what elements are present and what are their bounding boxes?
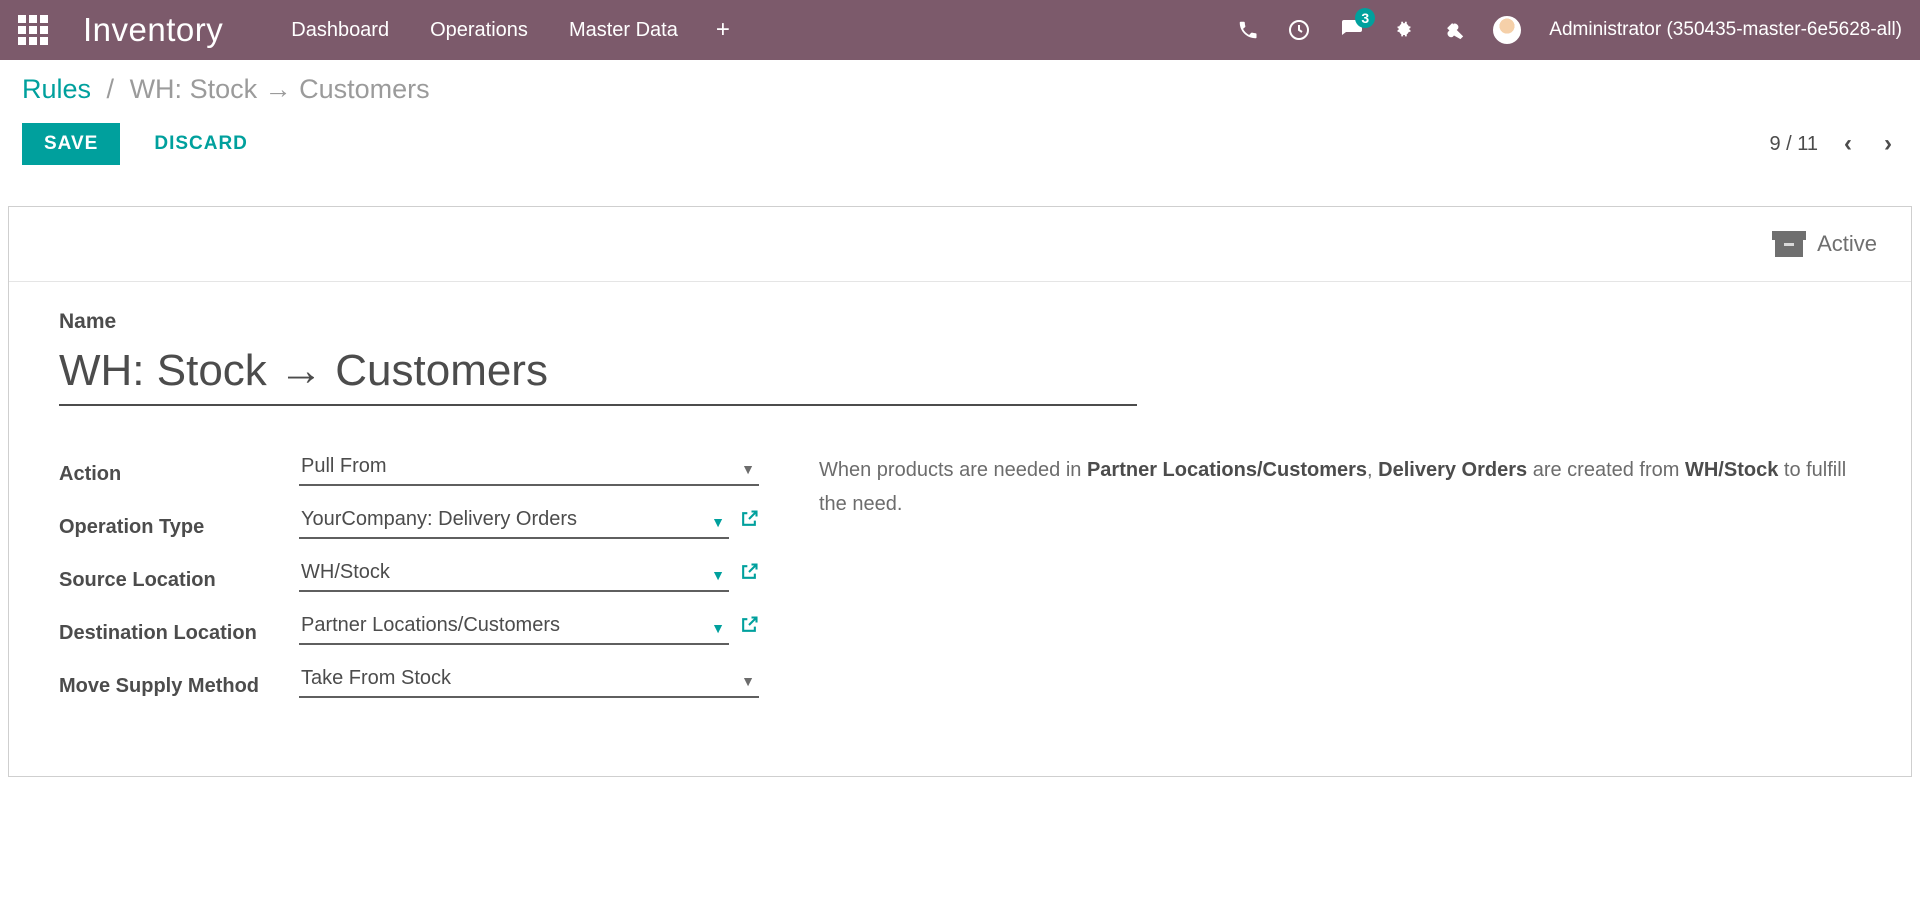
move-supply-method-select[interactable]: Take From Stock ▼ [299,663,759,698]
nav-operations[interactable]: Operations [412,11,546,50]
pager-prev-icon[interactable]: ‹ [1838,130,1858,158]
form-scroll[interactable]: Active Name Action Pull From ▼ Operation [0,184,1920,908]
pager-next-icon[interactable]: › [1878,130,1898,158]
active-label: Active [1817,231,1877,257]
operation-type-value: YourCompany: Delivery Orders [301,508,577,530]
save-button[interactable]: SAVE [22,123,120,165]
phone-icon[interactable] [1237,19,1259,41]
archive-icon [1775,231,1803,257]
move-supply-method-value: Take From Stock [301,667,451,689]
action-value: Pull From [301,455,387,477]
user-menu[interactable]: Administrator (350435-master-6e5628-all) [1549,19,1902,41]
top-nav: Inventory Dashboard Operations Master Da… [0,0,1920,60]
desc-b1: Partner Locations/Customers [1087,459,1367,481]
control-panel: Rules / WH: Stock → Customers SAVE DISCA… [0,60,1920,184]
form-sheet: Active Name Action Pull From ▼ Operation [8,206,1912,777]
action-row: SAVE DISCARD 9 / 11 ‹ › [22,123,1898,165]
caret-down-icon: ▼ [741,461,755,477]
external-link-icon[interactable] [739,509,759,535]
breadcrumb-current: WH: Stock → Customers [130,74,430,104]
breadcrumb: Rules / WH: Stock → Customers [22,74,1898,105]
nav-new-icon[interactable]: + [696,16,750,44]
destination-location-select[interactable]: Partner Locations/Customers ▼ [299,610,729,645]
caret-down-icon: ▼ [711,514,725,530]
field-operation-type: Operation Type YourCompany: Delivery Ord… [59,504,759,539]
action-label: Action [59,463,299,486]
desc-t1: When products are needed in [819,459,1087,481]
breadcrumb-sep: / [107,74,115,104]
source-location-label: Source Location [59,569,299,592]
form-grid: Action Pull From ▼ Operation Type YourCo… [59,451,1861,716]
operation-type-select[interactable]: YourCompany: Delivery Orders ▼ [299,504,729,539]
nav-master-data[interactable]: Master Data [551,11,696,50]
external-link-icon[interactable] [739,562,759,588]
desc-t2: , [1367,459,1378,481]
caret-down-icon: ▼ [711,567,725,583]
nav-right: 3 Administrator (350435-master-6e5628-al… [1237,16,1902,44]
source-location-select[interactable]: WH/Stock ▼ [299,557,729,592]
desc-t3: are created from [1527,459,1685,481]
apps-icon[interactable] [18,15,48,45]
rule-description: When products are needed in Partner Loca… [819,451,1861,716]
app-brand[interactable]: Inventory [83,11,223,49]
move-supply-method-label: Move Supply Method [59,675,299,698]
tools-icon[interactable] [1443,19,1465,41]
field-source-location: Source Location WH/Stock ▼ [59,557,759,592]
nav-menu: Dashboard Operations Master Data [273,11,696,50]
desc-b2: Delivery Orders [1378,459,1527,481]
status-row: Active [9,207,1911,282]
bug-icon[interactable] [1393,19,1415,41]
operation-type-label: Operation Type [59,516,299,539]
pager-position: 9 / 11 [1769,133,1818,156]
action-select[interactable]: Pull From ▼ [299,451,759,486]
messages-icon[interactable]: 3 [1339,18,1365,42]
caret-down-icon: ▼ [711,620,725,636]
name-label: Name [59,310,1861,334]
nav-dashboard[interactable]: Dashboard [273,11,407,50]
destination-location-value: Partner Locations/Customers [301,614,560,636]
desc-b3: WH/Stock [1685,459,1778,481]
breadcrumb-root[interactable]: Rules [22,74,91,104]
active-toggle[interactable]: Active [1775,231,1877,257]
external-link-icon[interactable] [739,615,759,641]
name-input[interactable] [59,344,1137,406]
discard-button[interactable]: DISCARD [132,123,270,165]
messages-badge: 3 [1355,8,1375,28]
source-location-value: WH/Stock [301,561,390,583]
left-column: Action Pull From ▼ Operation Type YourCo… [59,451,759,716]
destination-location-label: Destination Location [59,622,299,645]
pager: 9 / 11 ‹ › [1769,130,1898,158]
field-destination-location: Destination Location Partner Locations/C… [59,610,759,645]
sheet-body: Name Action Pull From ▼ Operation Type [9,282,1911,776]
clock-icon[interactable] [1287,18,1311,42]
caret-down-icon: ▼ [741,673,755,689]
field-move-supply-method: Move Supply Method Take From Stock ▼ [59,663,759,698]
field-action: Action Pull From ▼ [59,451,759,486]
avatar[interactable] [1493,16,1521,44]
